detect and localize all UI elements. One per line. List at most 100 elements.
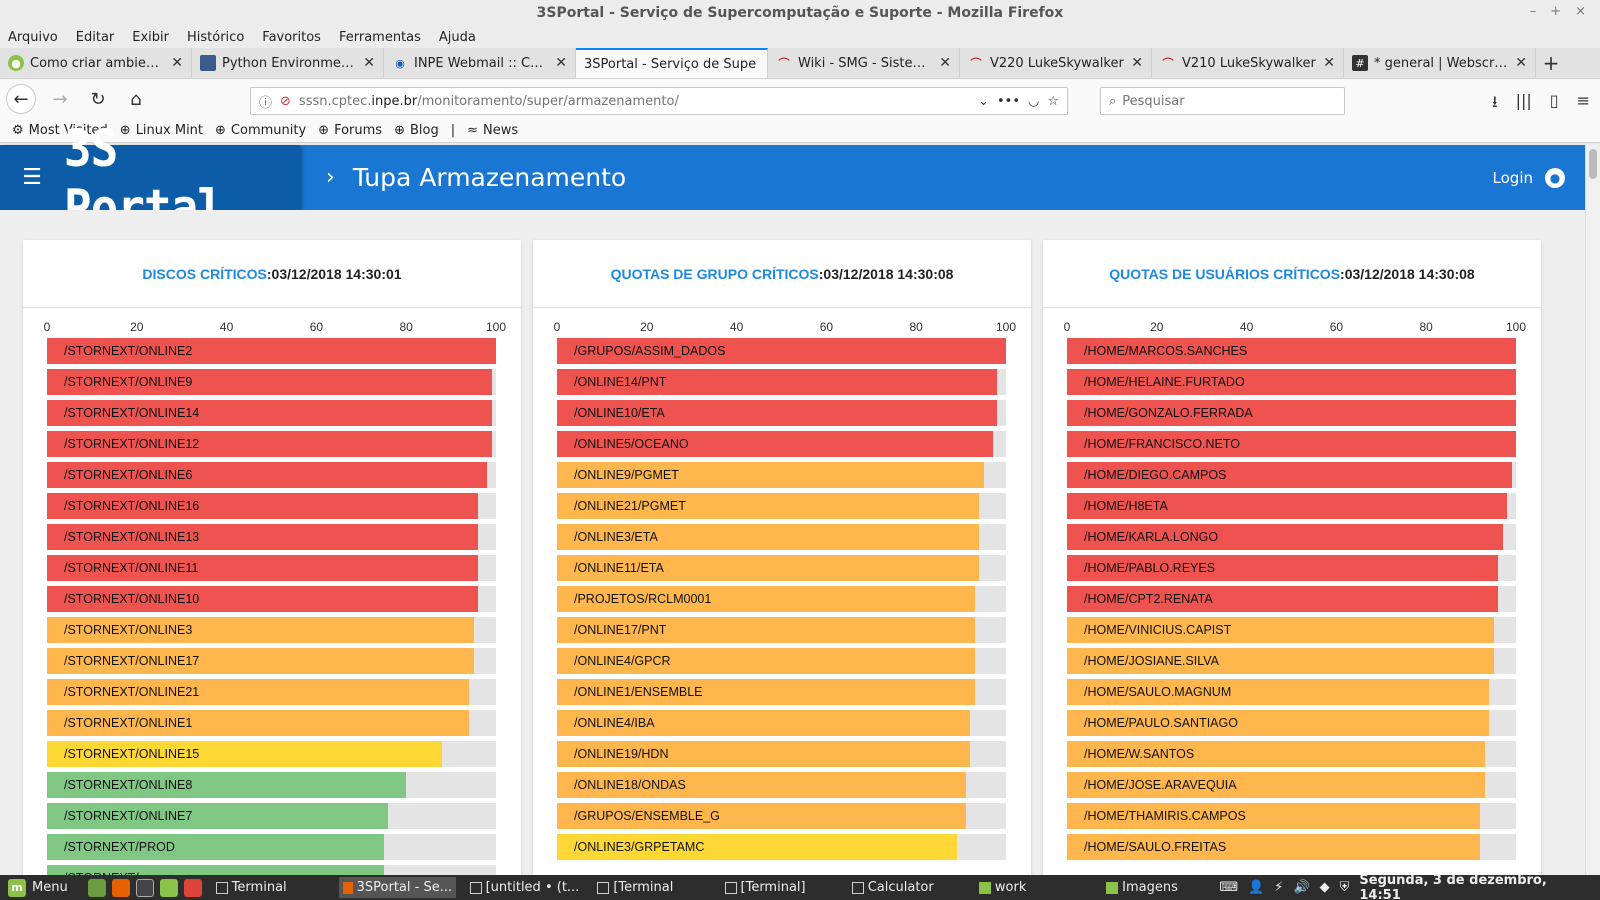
bar[interactable]: /ONLINE10/ETA	[557, 400, 998, 426]
download-icon[interactable]: ⭳	[1492, 91, 1498, 118]
bar[interactable]: /STORNEXT/ONLINE15	[47, 741, 443, 767]
tab-wiki-smg[interactable]: ⌒ Wiki - SMG - Sistema d ✕	[768, 48, 960, 78]
menu-favoritos[interactable]: Favoritos	[262, 30, 321, 45]
taskbar-item-firefox[interactable]: 3SPortal - Se...	[338, 877, 457, 898]
bar[interactable]: /ONLINE1/ENSEMBLE	[557, 679, 975, 705]
bar[interactable]: /STORNEXT/ONLINE10	[47, 586, 479, 612]
bar[interactable]: /ONLINE4/IBA	[557, 710, 971, 736]
hamburger-menu-icon[interactable]: ≡	[1577, 91, 1590, 118]
bar[interactable]: /HOME/W.SANTOS	[1067, 741, 1485, 767]
bar[interactable]: /HOME/KARLA.LONGO	[1067, 524, 1503, 550]
url-text[interactable]: sssn.cptec.inpe.br/monitoramento/super/a…	[299, 94, 970, 109]
info-icon[interactable]: ⓘ	[259, 92, 272, 111]
search-bar[interactable]: ⌕	[1100, 87, 1345, 115]
pocket-icon[interactable]: ◡	[1028, 94, 1039, 109]
library-icon[interactable]: |||	[1516, 91, 1532, 118]
bar[interactable]: /STORNEXT/	[47, 865, 384, 875]
close-icon[interactable]: ✕	[555, 55, 567, 71]
firefox-icon[interactable]	[111, 878, 130, 897]
url-bar[interactable]: ⓘ ⊘ sssn.cptec.inpe.br/monitoramento/sup…	[250, 87, 1068, 115]
new-tab-button[interactable]: +	[1536, 48, 1566, 78]
back-button[interactable]: ←	[6, 84, 36, 114]
close-icon[interactable]: ✕	[1515, 55, 1527, 71]
bar[interactable]: /STORNEXT/ONLINE3	[47, 617, 474, 643]
menu-historico[interactable]: Histórico	[187, 30, 244, 45]
close-window-icon[interactable]: ×	[1575, 4, 1586, 19]
bar[interactable]: /HOME/JOSE.ARAVEQUIA	[1067, 772, 1485, 798]
dropbox-icon[interactable]: ◆	[1320, 880, 1330, 895]
tab-webmail[interactable]: ◉ INPE Webmail :: Caixa ✕	[384, 48, 576, 78]
bar[interactable]: /ONLINE21/PGMET	[557, 493, 980, 519]
reload-button[interactable]: ↻	[84, 85, 112, 113]
bar[interactable]: /STORNEXT/ONLINE21	[47, 679, 470, 705]
taskbar-item-editor[interactable]: [untitled • (t...	[466, 877, 583, 898]
taskbar-item-terminal-3[interactable]: [Terminal]	[721, 877, 838, 898]
maximize-icon[interactable]: +	[1550, 4, 1561, 19]
bar[interactable]: /HOME/VINICIUS.CAPIST	[1067, 617, 1494, 643]
close-icon[interactable]: ✕	[1131, 55, 1143, 71]
close-icon[interactable]: ✕	[1323, 55, 1335, 71]
bookmark-forums[interactable]: ⊕ Forums	[318, 123, 382, 138]
minimize-icon[interactable]: –	[1530, 4, 1537, 19]
taskbar-item-terminal[interactable]: Terminal	[212, 877, 329, 898]
bar[interactable]: /HOME/JOSIANE.SILVA	[1067, 648, 1494, 674]
bar[interactable]: /ONLINE3/GRPETAMC	[557, 834, 957, 860]
home-button[interactable]: ⌂	[122, 85, 150, 113]
search-input[interactable]	[1122, 93, 1336, 109]
bar[interactable]: /ONLINE9/PGMET	[557, 462, 984, 488]
bar[interactable]: /STORNEXT/ONLINE2	[47, 338, 496, 364]
tab-general-webscraping[interactable]: # * general | Webscrapin ✕	[1344, 48, 1536, 78]
bar[interactable]: /STORNEXT/PROD	[47, 834, 384, 860]
taskbar-item-terminal-2[interactable]: [Terminal	[593, 877, 710, 898]
page-actions-icon[interactable]: •••	[997, 94, 1020, 109]
bar[interactable]: /ONLINE19/HDN	[557, 741, 971, 767]
sidebar-icon[interactable]: ▯	[1550, 91, 1559, 118]
bar[interactable]: /STORNEXT/ONLINE17	[47, 648, 474, 674]
taskbar-item-work[interactable]: work	[975, 877, 1092, 898]
bar[interactable]: /PROJETOS/RCLM0001	[557, 586, 975, 612]
taskbar-item-imagens[interactable]: Imagens	[1102, 877, 1219, 898]
bar[interactable]: /ONLINE11/ETA	[557, 555, 980, 581]
bookmark-news[interactable]: ≈ News	[467, 123, 518, 138]
bar[interactable]: /HOME/GONZALO.FERRADA	[1067, 400, 1516, 426]
bar[interactable]: /STORNEXT/ONLINE13	[47, 524, 479, 550]
tab-como-criar[interactable]: ● Como criar ambientes ✕	[0, 48, 192, 78]
menu-ajuda[interactable]: Ajuda	[439, 30, 476, 45]
bar[interactable]: /STORNEXT/ONLINE7	[47, 803, 389, 829]
menu-arquivo[interactable]: Arquivo	[8, 30, 58, 45]
tab-python-env[interactable]: Python Environment M ✕	[192, 48, 384, 78]
show-desktop-icon[interactable]	[87, 878, 106, 897]
menu-ferramentas[interactable]: Ferramentas	[339, 30, 421, 45]
close-icon[interactable]: ✕	[171, 55, 183, 71]
bar[interactable]: /HOME/MARCOS.SANCHES	[1067, 338, 1516, 364]
bar[interactable]: /HOME/SAULO.MAGNUM	[1067, 679, 1490, 705]
bar[interactable]: /HOME/DIEGO.CAMPOS	[1067, 462, 1512, 488]
bar[interactable]: /ONLINE5/OCEANO	[557, 431, 993, 457]
bookmark-star-icon[interactable]: ☆	[1047, 94, 1059, 109]
bar[interactable]: /STORNEXT/ONLINE1	[47, 710, 470, 736]
bar[interactable]: /HOME/PAULO.SANTIAGO	[1067, 710, 1490, 736]
volume-icon[interactable]: 🔊	[1293, 880, 1309, 895]
tab-v210[interactable]: ⌒ V210 LukeSkywalker ✕	[1152, 48, 1344, 78]
network-icon[interactable]: ⚡	[1274, 880, 1283, 895]
close-icon[interactable]: ✕	[363, 55, 375, 71]
bar[interactable]: /HOME/FRANCISCO.NETO	[1067, 431, 1516, 457]
bar[interactable]: /STORNEXT/ONLINE11	[47, 555, 479, 581]
bar[interactable]: /ONLINE18/ONDAS	[557, 772, 966, 798]
bar[interactable]: /HOME/THAMIRIS.CAMPOS	[1067, 803, 1481, 829]
tab-3sportal[interactable]: 3SPortal - Serviço de Supe	[576, 48, 768, 78]
chevron-down-icon[interactable]: ⌄	[978, 94, 989, 109]
close-icon[interactable]: ✕	[939, 55, 951, 71]
bookmark-blog[interactable]: ⊕ Blog	[394, 123, 439, 138]
bar[interactable]: /ONLINE3/ETA	[557, 524, 980, 550]
forward-button[interactable]: →	[46, 85, 74, 113]
bar[interactable]: /GRUPOS/ENSEMBLE_G	[557, 803, 966, 829]
menu-editar[interactable]: Editar	[76, 30, 115, 45]
bar[interactable]: /STORNEXT/ONLINE6	[47, 462, 488, 488]
terminal-icon[interactable]	[135, 878, 154, 897]
bar[interactable]: /ONLINE14/PNT	[557, 369, 998, 395]
clock[interactable]: Segunda, 3 de dezembro, 14:51	[1359, 873, 1590, 900]
tab-v220[interactable]: ⌒ V220 LukeSkywalker ✕	[960, 48, 1152, 78]
menu-exibir[interactable]: Exibir	[132, 30, 169, 45]
bar[interactable]: /HOME/H8ETA	[1067, 493, 1508, 519]
